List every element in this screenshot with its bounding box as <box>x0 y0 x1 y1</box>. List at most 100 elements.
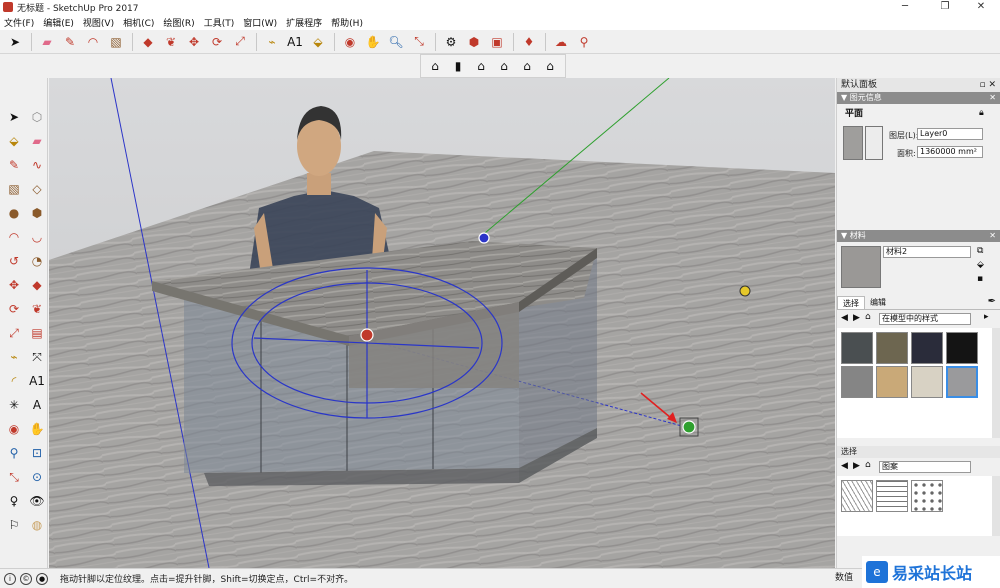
orbit-icon[interactable]: ◉ <box>3 418 25 440</box>
material-preview-swatch[interactable] <box>841 246 881 288</box>
forward-arrow-icon[interactable]: ▶ <box>853 313 860 323</box>
menu-view[interactable]: 视图(V) <box>83 16 114 29</box>
material-swatch[interactable] <box>946 332 978 364</box>
paint-icon[interactable]: ⬙ <box>307 32 329 52</box>
cloud-icon[interactable]: ☁ <box>550 32 572 52</box>
rotate-icon[interactable]: ⟳ <box>206 32 228 52</box>
arc-icon[interactable]: ◠ <box>3 226 25 248</box>
paint-icon[interactable]: ⬙ <box>3 130 25 152</box>
select-icon[interactable]: ➤ <box>4 32 26 52</box>
rectangle-icon[interactable]: ▧ <box>105 32 127 52</box>
geolocation-icon[interactable]: i <box>4 572 16 585</box>
back-view-icon[interactable]: ⌂ <box>516 56 538 76</box>
pushpull-icon[interactable]: ◆ <box>137 32 159 52</box>
pattern-scrollbar[interactable] <box>992 476 1000 536</box>
menu-tools[interactable]: 工具(T) <box>204 16 235 29</box>
look-around-icon[interactable]: 👁︎ <box>26 490 48 512</box>
move-icon[interactable]: ✥ <box>3 274 25 296</box>
polygon-icon[interactable]: ⬢ <box>26 202 48 224</box>
three-point-arc-icon[interactable]: ↺ <box>3 250 25 272</box>
collection-select[interactable]: 在模型中的样式 <box>879 313 971 325</box>
pie-icon[interactable]: ◔ <box>26 250 48 272</box>
rotate-icon[interactable]: ⟳ <box>3 298 25 320</box>
pan-icon[interactable]: ✋ <box>362 32 384 52</box>
3d-text-icon[interactable]: A <box>26 394 48 416</box>
home-icon[interactable]: ⌂ <box>865 460 871 470</box>
sample-paint-icon[interactable]: ⬙ <box>977 260 984 270</box>
scale-icon[interactable]: ⤢ <box>3 322 25 344</box>
rectangle-icon[interactable]: ▧ <box>3 178 25 200</box>
entity-info-header[interactable]: ▼ 图元信息 ✕ <box>837 92 1000 104</box>
zoom-icon[interactable]: 🔍︎ <box>385 32 407 52</box>
menu-draw[interactable]: 绘图(R) <box>163 16 194 29</box>
back-arrow-icon[interactable]: ◀ <box>841 313 848 323</box>
layer-select[interactable]: Layer0 <box>917 128 983 140</box>
tab-select[interactable]: 选择 <box>837 296 865 309</box>
orbit-icon[interactable]: ◉ <box>339 32 361 52</box>
front-view-icon[interactable]: ⌂ <box>470 56 492 76</box>
green-pin-icon[interactable] <box>682 420 696 434</box>
collapse-icon[interactable]: ✕ <box>989 230 996 242</box>
eraser-icon[interactable]: ▰ <box>36 32 58 52</box>
eraser-icon[interactable]: ▰ <box>26 130 48 152</box>
zoom-window-icon[interactable]: ⊡ <box>26 442 48 464</box>
pattern-swatch[interactable] <box>876 480 908 512</box>
tape-icon[interactable]: ⌁ <box>3 346 25 368</box>
zoomext-icon[interactable]: ⤡ <box>408 32 430 52</box>
dimension-icon[interactable]: ⤧ <box>26 346 48 368</box>
pencil-icon[interactable]: ✎ <box>3 154 25 176</box>
followme-icon[interactable]: ❦ <box>26 298 48 320</box>
pushpull-icon[interactable]: ◆ <box>26 274 48 296</box>
rotated-rect-icon[interactable]: ◇ <box>26 178 48 200</box>
material-swatch[interactable] <box>911 366 943 398</box>
maximize-icon[interactable]: ❐ <box>926 0 964 14</box>
menu-help[interactable]: 帮助(H) <box>331 16 363 29</box>
yellow-pin-icon[interactable] <box>739 285 751 297</box>
material-swatch[interactable] <box>841 366 873 398</box>
extension-icon[interactable]: ⬢ <box>463 32 485 52</box>
tray-pin-icon[interactable]: ▫ ✕ <box>979 78 996 92</box>
material-swatch[interactable] <box>876 366 908 398</box>
protractor-icon[interactable]: ◜ <box>3 370 25 392</box>
tape-icon[interactable]: ⌁ <box>261 32 283 52</box>
minimize-icon[interactable]: ─ <box>886 0 924 14</box>
pan-icon[interactable]: ✋ <box>26 418 48 440</box>
forward-arrow-icon[interactable]: ▶ <box>853 461 860 471</box>
model-viewport[interactable] <box>49 78 835 568</box>
circle-icon[interactable]: ● <box>3 202 25 224</box>
axes-icon[interactable]: ✳ <box>3 394 25 416</box>
home-icon[interactable]: ⌂ <box>865 312 871 322</box>
blue-pin-icon[interactable] <box>478 232 490 244</box>
zoomext-icon[interactable]: ⤡ <box>3 466 25 488</box>
default-material-icon[interactable]: ▪ <box>977 274 983 284</box>
iso-view-icon[interactable]: ⌂ <box>424 56 446 76</box>
menu-edit[interactable]: 编辑(E) <box>43 16 74 29</box>
walk-icon[interactable]: ⚐ <box>3 514 25 536</box>
map-icon[interactable]: ⚲ <box>573 32 595 52</box>
section-plane-icon[interactable]: ◍ <box>26 514 48 536</box>
move-icon[interactable]: ✥ <box>183 32 205 52</box>
secondary-collection-select[interactable]: 图案 <box>879 461 971 473</box>
two-point-arc-icon[interactable]: ◡ <box>26 226 48 248</box>
freehand-icon[interactable]: ∿ <box>26 154 48 176</box>
menu-file[interactable]: 文件(F) <box>4 16 34 29</box>
menu-camera[interactable]: 相机(C) <box>123 16 154 29</box>
scale-icon[interactable]: ⤢ <box>229 32 251 52</box>
left-view-icon[interactable]: ⌂ <box>539 56 561 76</box>
select-icon[interactable]: ➤ <box>3 106 25 128</box>
material-swatch[interactable] <box>876 332 908 364</box>
details-icon[interactable]: ▸ <box>984 312 989 322</box>
create-material-icon[interactable]: ⧉ <box>977 246 983 256</box>
menu-window[interactable]: 窗口(W) <box>243 16 277 29</box>
offset-icon[interactable]: ▤ <box>26 322 48 344</box>
zoom-icon[interactable]: ⚲ <box>3 442 25 464</box>
material-swatch-selected[interactable] <box>946 366 978 398</box>
text-icon[interactable]: A1 <box>284 32 306 52</box>
materials-header[interactable]: ▼ 材料 ✕ <box>837 230 1000 242</box>
warehouse-icon[interactable]: ⚙ <box>440 32 462 52</box>
scene-canvas[interactable] <box>49 78 835 568</box>
ruby-icon[interactable]: ♦ <box>518 32 540 52</box>
red-pin-icon[interactable] <box>360 328 374 342</box>
layout-icon[interactable]: ▣ <box>486 32 508 52</box>
back-arrow-icon[interactable]: ◀ <box>841 461 848 471</box>
